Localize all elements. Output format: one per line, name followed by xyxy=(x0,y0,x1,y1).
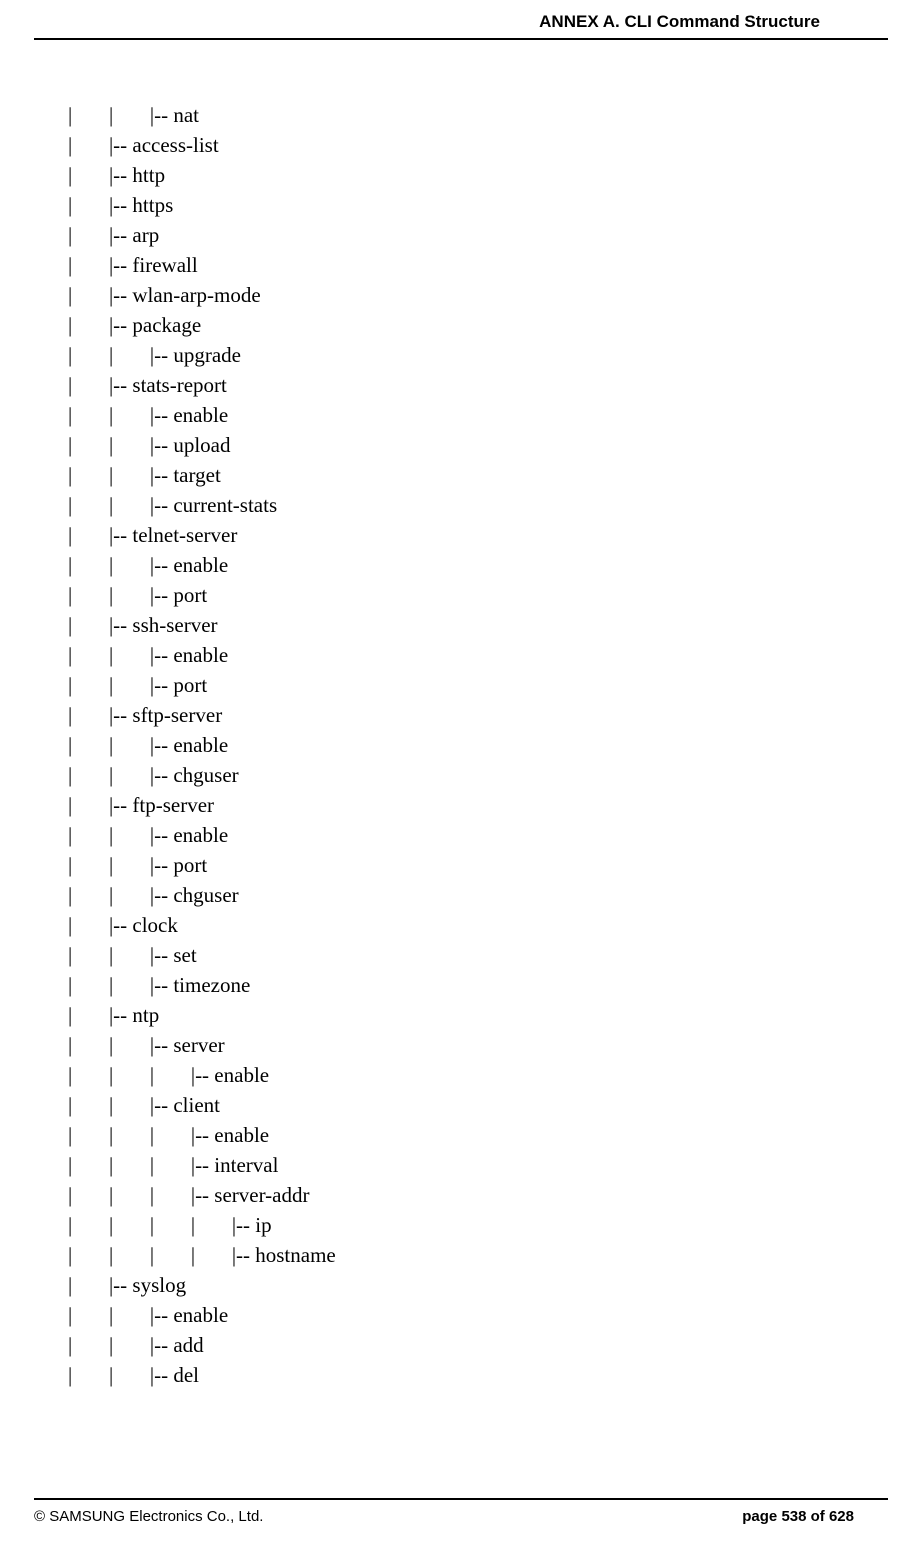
tree-line: | |-- telnet-server xyxy=(68,520,853,550)
tree-line: | |-- stats-report xyxy=(68,370,853,400)
tree-line: | |-- package xyxy=(68,310,853,340)
tree-line: | | |-- enable xyxy=(68,820,853,850)
tree-line: | | |-- nat xyxy=(68,100,853,130)
tree-line: | | |-- timezone xyxy=(68,970,853,1000)
tree-line: | |-- ftp-server xyxy=(68,790,853,820)
page-header: ANNEX A. CLI Command Structure xyxy=(34,12,888,40)
tree-line: | | |-- upload xyxy=(68,430,853,460)
tree-line: | | |-- enable xyxy=(68,640,853,670)
tree-line: | | |-- client xyxy=(68,1090,853,1120)
tree-line: | | |-- enable xyxy=(68,1300,853,1330)
tree-line: | | |-- port xyxy=(68,580,853,610)
tree-line: | |-- sftp-server xyxy=(68,700,853,730)
footer-page-number: page 538 of 628 xyxy=(742,1508,854,1525)
tree-line: | |-- wlan-arp-mode xyxy=(68,280,853,310)
tree-line: | | |-- upgrade xyxy=(68,340,853,370)
tree-line: | | | | |-- hostname xyxy=(68,1240,853,1270)
tree-line: | | |-- chguser xyxy=(68,760,853,790)
tree-line: | | |-- port xyxy=(68,670,853,700)
page-footer: © SAMSUNG Electronics Co., Ltd. page 538… xyxy=(34,1498,888,1525)
tree-line: | | |-- port xyxy=(68,850,853,880)
tree-line: | |-- http xyxy=(68,160,853,190)
tree-line: | |-- arp xyxy=(68,220,853,250)
header-title: ANNEX A. CLI Command Structure xyxy=(539,12,820,31)
tree-line: | | | |-- enable xyxy=(68,1060,853,1090)
tree-line: | | |-- chguser xyxy=(68,880,853,910)
tree-line: | | |-- add xyxy=(68,1330,853,1360)
tree-line: | | | | |-- ip xyxy=(68,1210,853,1240)
tree-line: | | | |-- server-addr xyxy=(68,1180,853,1210)
tree-line: | | |-- server xyxy=(68,1030,853,1060)
tree-line: | |-- clock xyxy=(68,910,853,940)
tree-line: | |-- ntp xyxy=(68,1000,853,1030)
tree-line: | | |-- current-stats xyxy=(68,490,853,520)
tree-line: | |-- firewall xyxy=(68,250,853,280)
tree-line: | | | |-- interval xyxy=(68,1150,853,1180)
tree-line: | | |-- set xyxy=(68,940,853,970)
tree-line: | |-- access-list xyxy=(68,130,853,160)
cli-tree-body: | | |-- nat | |-- access-list | |-- http… xyxy=(68,100,853,1390)
footer-copyright: © SAMSUNG Electronics Co., Ltd. xyxy=(34,1508,263,1525)
tree-line: | | |-- enable xyxy=(68,730,853,760)
tree-line: | | |-- enable xyxy=(68,550,853,580)
tree-line: | | | |-- enable xyxy=(68,1120,853,1150)
page: ANNEX A. CLI Command Structure | | |-- n… xyxy=(0,0,921,1565)
tree-line: | | |-- target xyxy=(68,460,853,490)
tree-line: | |-- ssh-server xyxy=(68,610,853,640)
tree-line: | |-- https xyxy=(68,190,853,220)
tree-line: | | |-- del xyxy=(68,1360,853,1390)
tree-line: | | |-- enable xyxy=(68,400,853,430)
tree-line: | |-- syslog xyxy=(68,1270,853,1300)
